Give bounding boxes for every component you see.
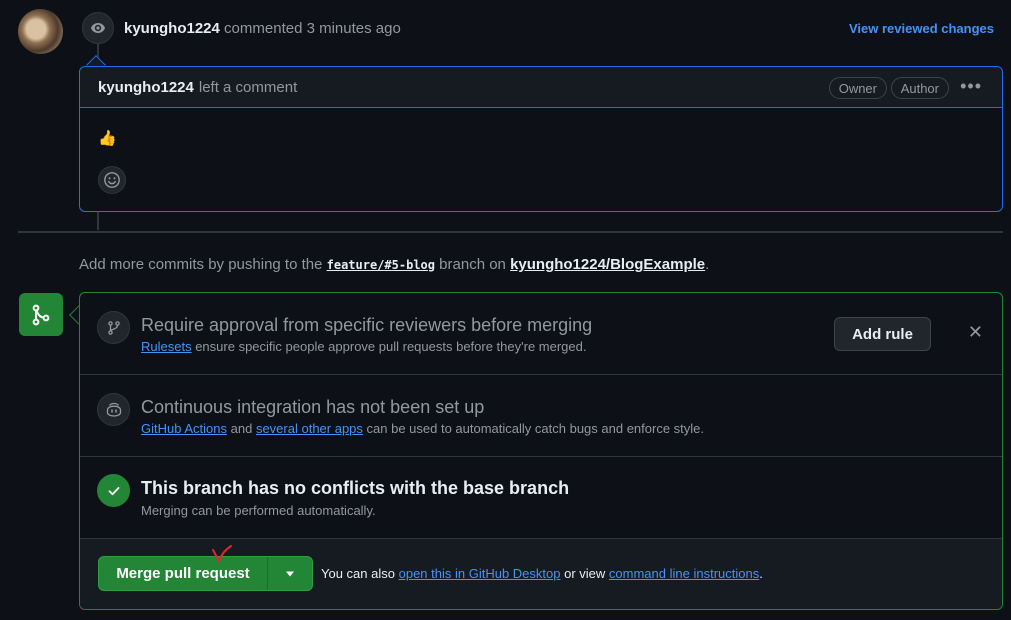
github-desktop-link[interactable]: open this in GitHub Desktop	[399, 566, 561, 581]
other-apps-link[interactable]: several other apps	[256, 421, 363, 436]
view-reviewed-changes-link[interactable]: View reviewed changes	[849, 21, 994, 36]
eye-icon	[82, 12, 114, 44]
smiley-icon	[104, 172, 120, 188]
branch-name[interactable]: feature/#5-blog	[327, 258, 435, 272]
github-actions-link[interactable]: GitHub Actions	[141, 421, 227, 436]
ci-section: Continuous integration has not been set …	[80, 375, 1002, 457]
ci-subtext: GitHub Actions and several other apps ca…	[141, 421, 704, 436]
push-middle: branch on	[439, 256, 506, 273]
conflicts-title: This branch has no conflicts with the ba…	[141, 478, 570, 498]
push-suffix: .	[705, 256, 710, 273]
checkmark-annotation	[212, 545, 232, 564]
alt-suffix: .	[759, 566, 763, 581]
push-prefix: Add more commits by pushing to the	[79, 256, 323, 273]
approval-section: Require approval from specific reviewers…	[80, 293, 1002, 375]
check-icon	[97, 474, 130, 507]
alt-or-view: or view	[564, 566, 606, 581]
close-icon[interactable]: ✕	[968, 323, 983, 341]
rulesets-link[interactable]: Rulesets	[141, 339, 192, 354]
ci-and: and	[230, 421, 253, 436]
repo-link[interactable]: kyungho1224/BlogExample	[510, 256, 705, 273]
push-hint: Add more commits by pushing to the featu…	[79, 256, 709, 273]
comment-author-link[interactable]: kyungho1224	[98, 79, 194, 96]
alt-prefix: You can also	[321, 566, 395, 581]
owner-badge: Owner	[828, 77, 887, 99]
ci-text: can be used to automatically catch bugs …	[366, 421, 705, 436]
conflicts-section: This branch has no conflicts with the ba…	[80, 457, 1002, 539]
comment-body: 👍	[98, 130, 117, 147]
timeline-divider	[18, 231, 1003, 233]
approval-text: ensure specific people approve pull requ…	[195, 339, 587, 354]
add-reaction-button[interactable]	[98, 166, 126, 194]
review-author-link[interactable]: kyungho1224	[124, 20, 220, 37]
add-rule-button[interactable]: Add rule	[834, 317, 931, 351]
merge-button-group: Merge pull request	[98, 556, 313, 591]
alternative-actions: You can also open this in GitHub Desktop…	[321, 566, 763, 581]
triangle-down-icon	[286, 571, 294, 576]
merge-options-dropdown[interactable]	[268, 557, 312, 590]
author-badge: Author	[890, 77, 949, 99]
git-merge-icon	[19, 293, 63, 336]
avatar[interactable]	[18, 9, 63, 54]
review-action: commented	[224, 20, 303, 37]
ci-title: Continuous integration has not been set …	[141, 397, 485, 417]
command-line-link[interactable]: command line instructions	[609, 566, 759, 581]
review-header: kyungho1224 commented 3 minutes ago	[124, 20, 401, 37]
comment-action: left a comment	[198, 78, 298, 96]
approval-title: Require approval from specific reviewers…	[141, 315, 593, 335]
merge-pull-request-button[interactable]: Merge pull request	[99, 557, 268, 590]
copilot-icon	[97, 393, 130, 426]
branch-icon	[97, 311, 130, 344]
approval-subtext: Rulesets ensure specific people approve …	[141, 339, 586, 354]
comment-box: kyungho1224 left a comment Owner Author …	[79, 66, 1003, 212]
comment-header: kyungho1224 left a comment Owner Author …	[80, 67, 1002, 108]
kebab-menu-icon[interactable]: •••	[960, 76, 982, 97]
conflicts-subtext: Merging can be performed automatically.	[141, 503, 376, 518]
review-time[interactable]: 3 minutes ago	[307, 20, 401, 37]
